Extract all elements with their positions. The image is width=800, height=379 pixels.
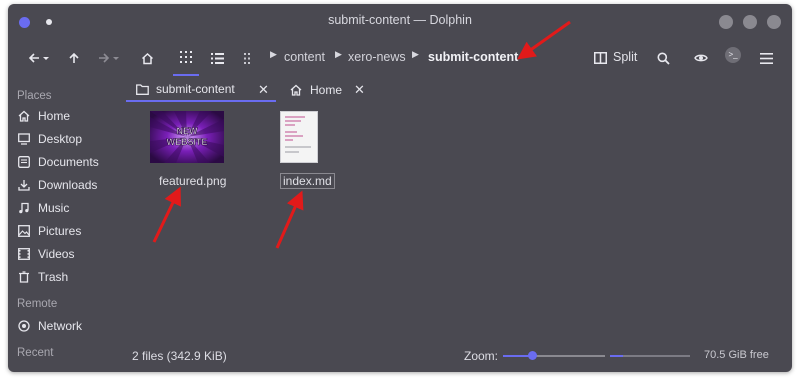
remote-heading: Remote (17, 298, 58, 310)
home-icon (290, 83, 304, 97)
downloads-icon (17, 178, 31, 192)
forward-arrow-icon (99, 53, 119, 63)
home-icon (17, 109, 31, 123)
file-view: NEW WEBSITE featured.png index.md (126, 102, 792, 344)
sidebar-item-label: Network (38, 319, 83, 333)
zoom-label: Zoom: (464, 349, 499, 363)
sidebar-item-trash[interactable]: Trash (17, 267, 125, 287)
sidebar-item-downloads[interactable]: Downloads (17, 175, 125, 195)
tab-label: submit-content (156, 82, 235, 96)
details-view-button[interactable] (208, 40, 226, 76)
back-arrow-icon (28, 53, 49, 63)
search-button[interactable] (654, 40, 672, 76)
close-tab-icon[interactable]: ✕ (354, 82, 365, 98)
forward-button[interactable] (94, 40, 124, 76)
file-name-index-md[interactable]: index.md (280, 173, 335, 189)
sidebar-item-documents[interactable]: Documents (17, 152, 125, 172)
status-summary: 2 files (342.9 KiB) (132, 349, 227, 363)
chevron-right-icon: ▶ (335, 49, 342, 59)
sidebar-item-label: Videos (38, 247, 75, 261)
zoom-slider-handle[interactable] (528, 351, 537, 360)
breadcrumb-xero-news[interactable]: xero-news (348, 50, 406, 64)
minimize-button[interactable] (719, 15, 733, 29)
chevron-right-icon: ▶ (270, 49, 277, 59)
file-name-featured-png[interactable]: featured.png (159, 174, 226, 188)
search-icon (657, 52, 670, 65)
icons-view-button[interactable] (173, 40, 199, 76)
file-thumbnail-index-md[interactable] (280, 111, 318, 163)
sidebar-item-music[interactable]: Music (17, 198, 125, 218)
compact-view-button[interactable] (241, 40, 257, 76)
home-button[interactable] (138, 40, 156, 76)
compact-view-icon (243, 52, 250, 64)
window-title: submit-content — Dolphin (328, 13, 472, 27)
sidebar-item-pictures[interactable]: Pictures (17, 221, 125, 241)
music-icon (17, 201, 31, 215)
sidebar-item-network[interactable]: Network (17, 316, 125, 336)
free-space-fill (610, 355, 623, 357)
up-button[interactable] (64, 40, 84, 76)
chevron-right-icon: ▶ (412, 49, 419, 59)
toolbar: ▶ content ▶ xero-news ▶ submit-content S… (8, 40, 792, 76)
videos-icon (17, 247, 31, 261)
list-view-icon (210, 52, 224, 64)
terminal-button[interactable]: >_ (725, 47, 741, 63)
split-button[interactable]: Split (613, 50, 637, 64)
split-icon[interactable] (592, 40, 608, 76)
free-space-text: 70.5 GiB free (704, 349, 769, 361)
recent-heading: Recent (17, 347, 54, 359)
tab-bar: submit-content ✕ Home ✕ (126, 78, 792, 102)
maximize-button[interactable] (743, 15, 757, 29)
folder-icon (136, 82, 150, 96)
sidebar-item-home[interactable]: Home (17, 106, 125, 126)
trash-icon (17, 270, 31, 284)
breadcrumb-content[interactable]: content (284, 50, 325, 64)
breadcrumb-submit-content[interactable]: submit-content (428, 50, 518, 64)
sidebar-item-label: Downloads (38, 178, 98, 192)
network-icon (17, 319, 31, 333)
file-thumbnail-featured-png[interactable]: NEW WEBSITE (150, 111, 224, 163)
desktop-icon (17, 132, 31, 146)
tab-home[interactable]: Home (290, 78, 380, 102)
up-arrow-icon (69, 52, 79, 63)
title-bar: submit-content — Dolphin (8, 4, 792, 36)
thumbnail-text-new: NEW (177, 126, 199, 136)
sidebar-item-videos[interactable]: Videos (17, 244, 125, 264)
home-icon (141, 52, 153, 64)
back-button[interactable] (24, 40, 54, 76)
preview-button[interactable] (692, 40, 710, 76)
tab-submit-content[interactable]: submit-content (126, 78, 276, 102)
sidebar-item-desktop[interactable]: Desktop (17, 129, 125, 149)
close-button[interactable] (767, 15, 781, 29)
sidebar-item-label: Pictures (38, 224, 82, 238)
close-tab-icon[interactable]: ✕ (258, 82, 269, 98)
status-bar: 2 files (342.9 KiB) Zoom: 70.5 GiB free (126, 344, 792, 372)
sidebar-item-label: Music (38, 201, 70, 215)
tab-label: Home (310, 83, 343, 97)
thumbnail-text-website: WEBSITE (166, 137, 207, 147)
sidebar-item-label: Desktop (38, 132, 83, 146)
places-panel: Places Home Desktop Documents Downloads … (8, 82, 128, 372)
hamburger-icon (759, 52, 773, 64)
sidebar-item-label: Documents (38, 155, 99, 169)
icon-grid-icon (180, 51, 192, 63)
eye-icon (694, 54, 708, 62)
sidebar-item-label: Home (38, 109, 71, 123)
dolphin-window: submit-content — Dolphin ▶ content ▶ xer… (8, 4, 792, 372)
pictures-icon (17, 224, 31, 238)
hamburger-menu-button[interactable] (757, 40, 775, 76)
sidebar-item-label: Trash (38, 270, 69, 284)
documents-icon (17, 155, 31, 169)
places-heading: Places (17, 90, 52, 102)
